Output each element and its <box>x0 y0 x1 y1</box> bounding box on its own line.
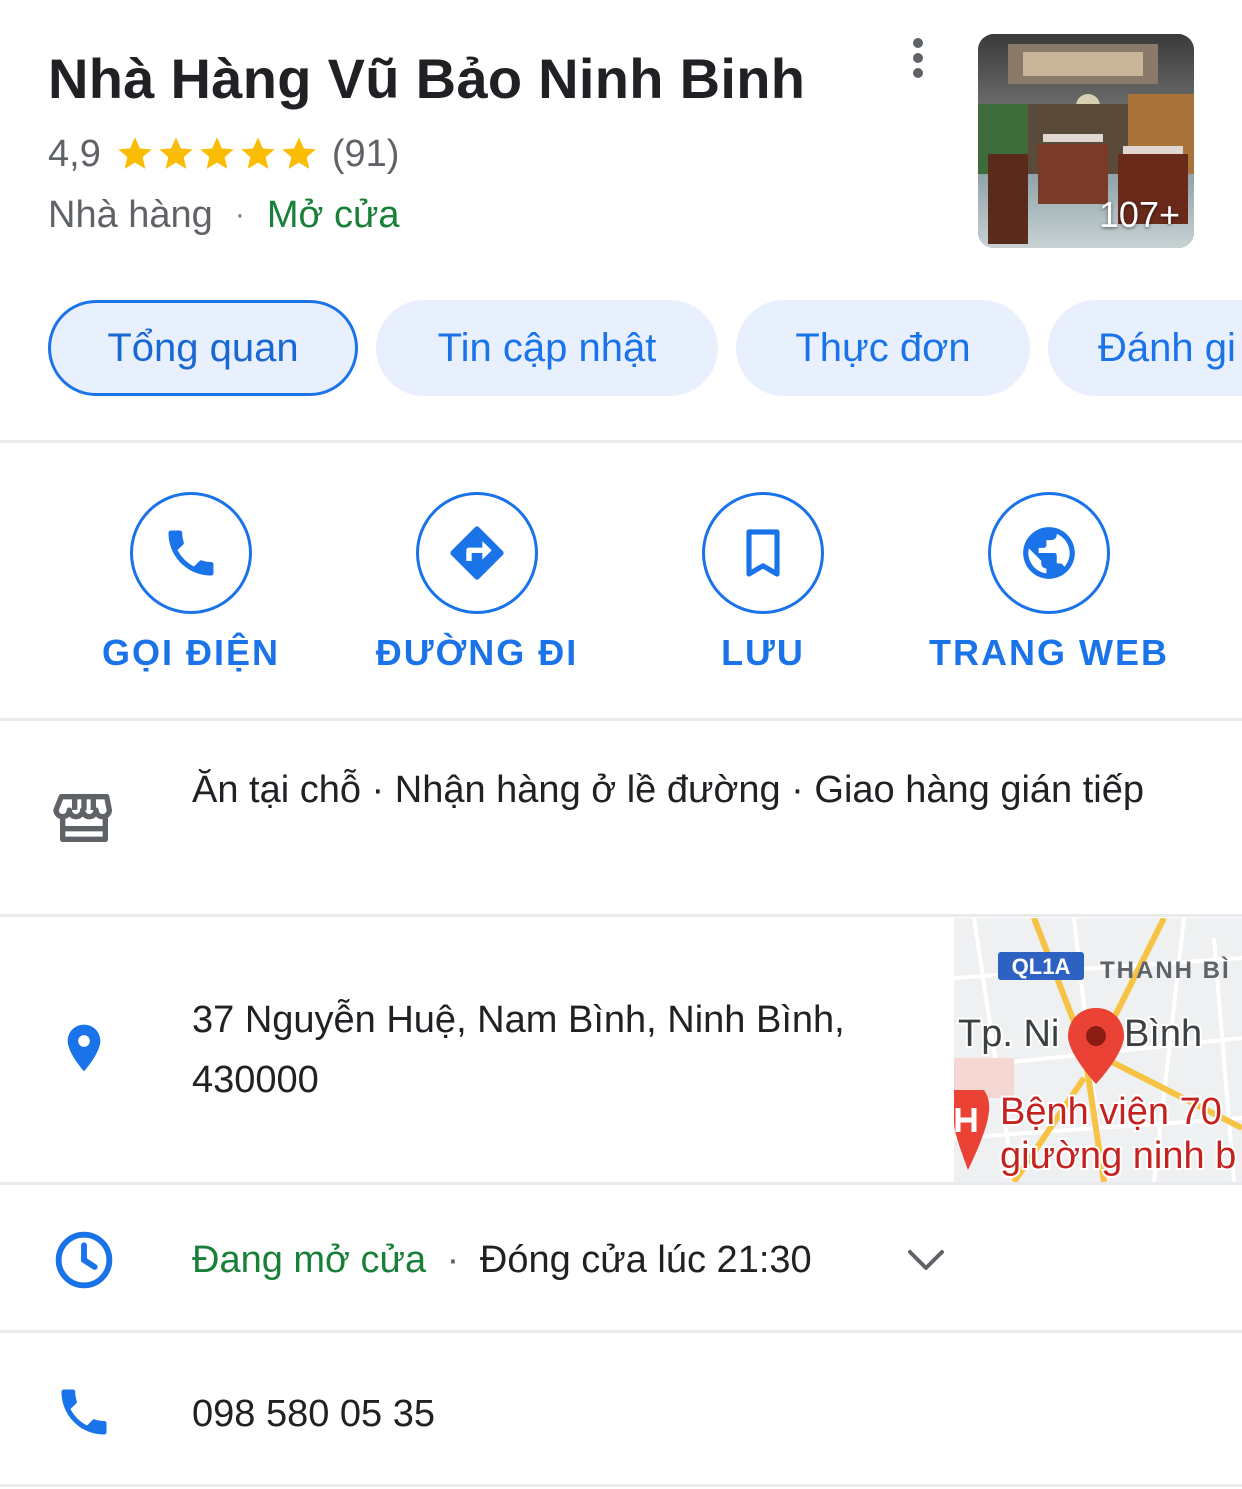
category-label: Nhà hàng <box>48 193 213 236</box>
photo-thumbnail[interactable]: 107+ <box>978 34 1194 248</box>
save-button[interactable]: LƯU <box>636 492 896 692</box>
hours-row[interactable]: Đang mở cửa · Đóng cửa lúc 21:30 <box>192 1230 812 1290</box>
tab-menu[interactable]: Thực đơn <box>736 300 1030 396</box>
map-city-label-right: Bình <box>1124 1013 1202 1055</box>
open-status: Mở cửa <box>266 193 400 236</box>
website-button[interactable]: TRANG WEB <box>922 492 1182 692</box>
rating-stars <box>115 134 320 174</box>
tab-updates[interactable]: Tin cập nhật <box>376 300 718 396</box>
map-thumbnail[interactable]: QL1A THANH BÌ Tp. Ni Bình Bệnh viện 70 g… <box>954 918 1242 1182</box>
rating-value: 4,9 <box>48 132 101 175</box>
tab-bar: Tổng quan Tin cập nhật Thực đơn Đánh gi <box>0 300 1242 396</box>
rating-row[interactable]: 4,9 (91) <box>48 130 399 178</box>
map-area-label: THANH BÌ <box>1100 956 1231 984</box>
globe-icon <box>1023 527 1075 579</box>
phone-number[interactable]: 098 580 05 35 <box>192 1384 435 1444</box>
directions-button[interactable]: ĐƯỜNG ĐI <box>350 492 610 692</box>
website-circle <box>988 492 1110 614</box>
directions-icon <box>450 526 504 580</box>
divider <box>0 914 1242 917</box>
star-icon <box>282 137 316 169</box>
directions-label: ĐƯỜNG ĐI <box>375 632 579 673</box>
location-pin-icon <box>48 1012 120 1084</box>
clock-icon <box>48 1224 120 1296</box>
tab-overview[interactable]: Tổng quan <box>48 300 358 396</box>
bookmark-icon <box>746 529 780 577</box>
website-label: TRANG WEB <box>929 632 1169 673</box>
star-icon <box>241 137 275 169</box>
divider <box>0 1330 1242 1333</box>
map-city-label-left: Tp. Ni <box>958 1013 1059 1055</box>
service-options: Ăn tại chỗ · Nhận hàng ở lề đường · Giao… <box>192 769 1144 811</box>
more-options-icon[interactable] <box>900 36 936 80</box>
map-poi-line2: giường ninh b <box>1000 1135 1236 1177</box>
save-circle <box>702 492 824 614</box>
divider <box>0 718 1242 721</box>
address-text[interactable]: 37 Nguyễn Huệ, Nam Bình, Ninh Bình, 4300… <box>192 990 932 1110</box>
category-row: Nhà hàng · Mở cửa <box>48 190 400 240</box>
phone-icon <box>48 1376 120 1448</box>
separator-dot: · <box>234 198 245 231</box>
call-button[interactable]: GỌI ĐIỆN <box>64 492 324 692</box>
map-preview: QL1A THANH BÌ Tp. Ni Bình Bệnh viện 70 g… <box>954 918 1242 1182</box>
star-icon <box>118 137 152 169</box>
divider <box>0 1182 1242 1185</box>
phone-icon <box>168 530 214 576</box>
hours-open-status: Đang mở cửa <box>192 1239 427 1281</box>
review-count: (91) <box>331 132 400 175</box>
divider <box>0 1484 1242 1487</box>
star-icon <box>200 137 234 169</box>
tab-reviews[interactable]: Đánh gi <box>1048 300 1242 396</box>
star-icon <box>159 137 193 169</box>
divider <box>0 440 1242 443</box>
map-poi-line1: Bệnh viện 70 <box>1000 1091 1222 1133</box>
call-label: GỌI ĐIỆN <box>101 632 281 673</box>
photo-count: 107+ <box>1098 194 1180 235</box>
map-road-label: QL1A <box>1012 954 1071 979</box>
hours-close-time: Đóng cửa lúc 21:30 <box>479 1239 812 1281</box>
directions-circle <box>416 492 538 614</box>
hours-separator: · <box>446 1239 460 1281</box>
call-circle <box>130 492 252 614</box>
chevron-down-icon[interactable] <box>902 1240 950 1280</box>
place-title: Nhà Hàng Vũ Bảo Ninh Binh <box>48 47 806 110</box>
save-label: LƯU <box>721 632 805 673</box>
storefront-icon <box>48 782 120 854</box>
